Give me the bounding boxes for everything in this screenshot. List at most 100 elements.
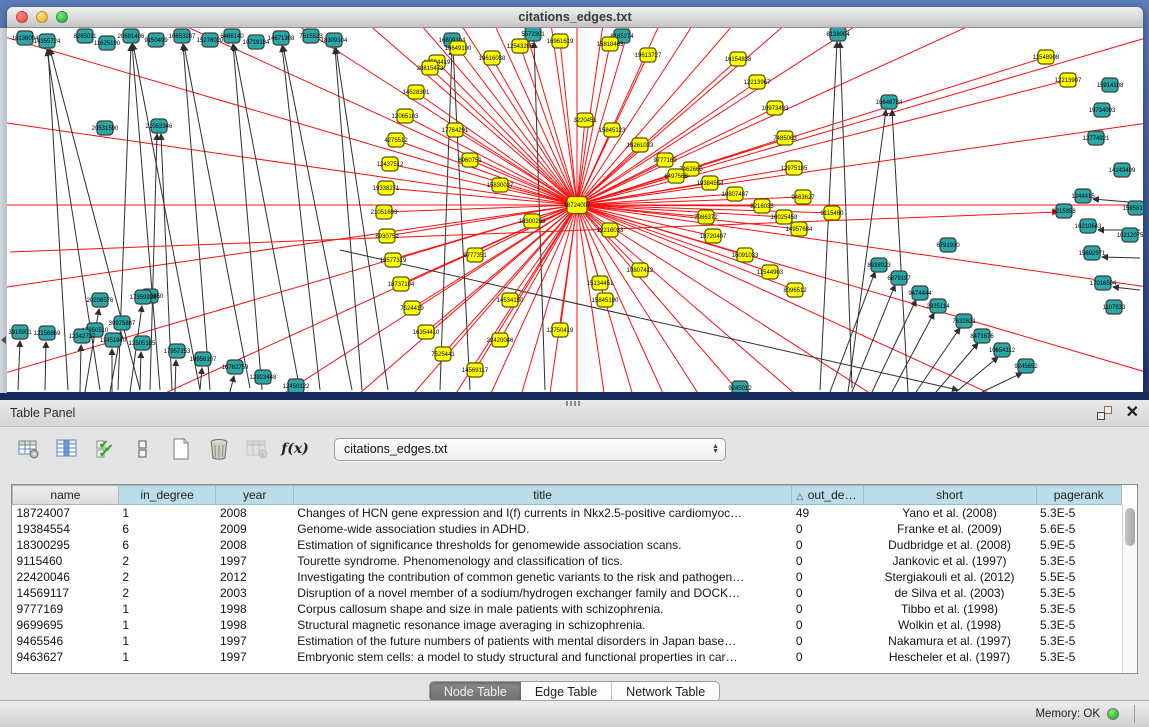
table-cell-title[interactable]: Changes of HCN gene expression and I(f) … [293, 505, 792, 521]
network-node[interactable]: 9777169 [653, 153, 677, 167]
network-node[interactable]: 12450122 [283, 379, 310, 393]
table-row[interactable]: 946554611997Estimation of the future num… [13, 633, 1122, 649]
network-node[interactable]: 12156869 [34, 326, 61, 340]
network-node[interactable]: 16648784 [876, 95, 903, 109]
table-row[interactable]: 911546021997Tourette syndrome. Phenomeno… [13, 553, 1122, 569]
network-node[interactable]: 6791930 [936, 238, 960, 252]
side-panel-divider[interactable] [0, 28, 7, 393]
splitter-grip[interactable] [566, 401, 580, 406]
network-node[interactable]: 15845190 [592, 293, 619, 307]
table-row[interactable]: 969969511998Structural magnetic resonanc… [13, 617, 1122, 633]
network-node[interactable]: 14528301 [403, 85, 430, 99]
network-svg[interactable]: 1813600414355724826501111625190206914069… [7, 28, 1143, 399]
tab-network-table[interactable]: Network Table [611, 682, 719, 701]
network-node[interactable]: 15958101 [1123, 201, 1143, 215]
network-node[interactable]: 14671308 [268, 31, 295, 45]
close-panel-icon[interactable]: ✕ [1126, 406, 1139, 420]
network-node[interactable]: 12213967 [744, 75, 771, 89]
table-cell-name[interactable]: 18724007 [13, 505, 119, 521]
network-node[interactable]: 8215358 [1052, 204, 1076, 218]
network-node[interactable]: 9245652 [1014, 359, 1038, 373]
table-cell-title[interactable]: Estimation of significance thresholds fo… [293, 537, 792, 553]
select-all-columns-icon[interactable]: ✔✔✔ [92, 437, 118, 461]
network-node[interactable]: 16261033 [627, 138, 654, 152]
network-node[interactable]: 9474444 [908, 286, 932, 300]
table-cell-in_degree[interactable]: 6 [118, 537, 216, 553]
table-cell-short[interactable]: Yano et al. (2008) [863, 505, 1036, 521]
table-cell-year[interactable]: 2009 [216, 521, 293, 537]
table-cell-short[interactable]: Franke et al. (2009) [863, 521, 1036, 537]
network-node[interactable]: 10958107 [190, 352, 217, 366]
table-cell-year[interactable]: 2012 [216, 569, 293, 585]
table-cell-pagerank[interactable]: 5.5E-5 [1036, 569, 1122, 585]
table-row[interactable]: 1938455462009Genome-wide association stu… [13, 521, 1122, 537]
network-node[interactable]: 19613727 [635, 48, 662, 62]
column-header-pagerank[interactable]: pagerank [1036, 486, 1122, 505]
network-node[interactable]: 20691406 [118, 29, 145, 43]
table-cell-out_degree[interactable]: 0 [792, 553, 863, 569]
table-cell-title[interactable]: Estimation of the future numbers of pati… [293, 633, 792, 649]
table-cell-year[interactable]: 1997 [216, 553, 293, 569]
delete-table-icon[interactable] [206, 437, 232, 461]
network-node[interactable]: 10654112 [989, 343, 1016, 357]
function-builder-icon[interactable]: f(x) [282, 437, 308, 461]
table-cell-title[interactable]: Corpus callosum shape and size in male p… [293, 601, 792, 617]
column-header-name[interactable]: name [13, 486, 119, 505]
network-node[interactable]: 17016504 [1090, 276, 1117, 290]
network-node[interactable]: 2935114 [927, 299, 951, 313]
network-node[interactable]: 12437512 [377, 157, 404, 171]
table-cell-out_degree[interactable]: 0 [792, 569, 863, 585]
table-cell-pagerank[interactable]: 5.3E-5 [1036, 633, 1122, 649]
network-node[interactable]: 15692971 [1079, 246, 1106, 260]
network-node[interactable]: 10807412 [627, 263, 654, 277]
network-node[interactable]: 13577319 [380, 253, 407, 267]
network-node[interactable]: 19338271 [373, 181, 400, 195]
network-node[interactable]: 12774921 [1083, 131, 1110, 145]
network-node[interactable]: 8960751 [458, 153, 482, 167]
table-cell-title[interactable]: Structural magnetic resonance image aver… [293, 617, 792, 633]
network-node[interactable]: 7485063 [773, 131, 797, 145]
network-canvas[interactable]: 1813600414355724826501111625190206914069… [7, 28, 1143, 399]
network-node[interactable]: 30975887 [109, 316, 136, 330]
table-cell-pagerank[interactable]: 5.3E-5 [1036, 601, 1122, 617]
network-view-window[interactable]: citations_edges.txt 18136004143557248265… [7, 7, 1143, 400]
table-selector-dropdown[interactable]: citations_edges.txt ▲▼ [334, 438, 726, 461]
table-row[interactable]: 1872400712008Changes of HCN gene express… [13, 505, 1122, 521]
table-cell-pagerank[interactable]: 5.3E-5 [1036, 553, 1122, 569]
network-node[interactable]: 19616038 [479, 51, 506, 65]
table-cell-pagerank[interactable]: 5.3E-5 [1036, 649, 1122, 665]
table-cell-name[interactable]: 9115460 [13, 553, 119, 569]
table-cell-title[interactable]: Tourette syndrome. Phenomenology and cla… [293, 553, 792, 569]
column-header-title[interactable]: title [293, 486, 792, 505]
column-header-out_degree[interactable]: △ out_de… [792, 486, 863, 505]
table-cell-short[interactable]: Wolkin et al. (1998) [863, 617, 1036, 633]
table-cell-pagerank[interactable]: 5.3E-5 [1036, 505, 1122, 521]
table-cell-in_degree[interactable]: 2 [118, 585, 216, 601]
table-cell-year[interactable]: 1997 [216, 633, 293, 649]
network-node[interactable]: 18300295 [519, 214, 546, 228]
network-node[interactable]: 16154838 [725, 52, 752, 66]
network-node[interactable]: 8938923 [867, 258, 891, 272]
float-panel-icon[interactable] [1097, 406, 1112, 420]
network-node[interactable]: 17957253 [164, 344, 191, 358]
table-cell-name[interactable]: 9777169 [13, 601, 119, 617]
table-cell-short[interactable]: Jankovic et al. (1997) [863, 553, 1036, 569]
table-cell-title[interactable]: Embryonic stem cells: a model to study s… [293, 649, 792, 665]
network-node[interactable]: 12750419 [547, 323, 574, 337]
table-cell-name[interactable]: 9465546 [13, 633, 119, 649]
table-cell-year[interactable]: 2003 [216, 585, 293, 601]
network-node[interactable]: 9115460 [821, 206, 845, 220]
toggle-rows-icon[interactable] [130, 437, 156, 461]
table-cell-name[interactable]: 9463627 [13, 649, 119, 665]
network-node[interactable]: 3915901 [8, 325, 32, 339]
network-node[interactable]: 12213907 [1055, 73, 1082, 87]
network-node[interactable]: 12923448 [250, 370, 277, 384]
table-settings-icon[interactable] [16, 437, 42, 461]
table-cell-in_degree[interactable]: 6 [118, 521, 216, 537]
network-node[interactable]: 20206576 [87, 293, 114, 307]
table-cell-title[interactable]: Investigating the contribution of common… [293, 569, 792, 585]
network-node[interactable]: 9463627 [791, 190, 815, 204]
table-cell-out_degree[interactable]: 0 [792, 537, 863, 553]
table-row[interactable]: 977716911998Corpus callosum shape and si… [13, 601, 1122, 617]
table-cell-year[interactable]: 2008 [216, 505, 293, 521]
